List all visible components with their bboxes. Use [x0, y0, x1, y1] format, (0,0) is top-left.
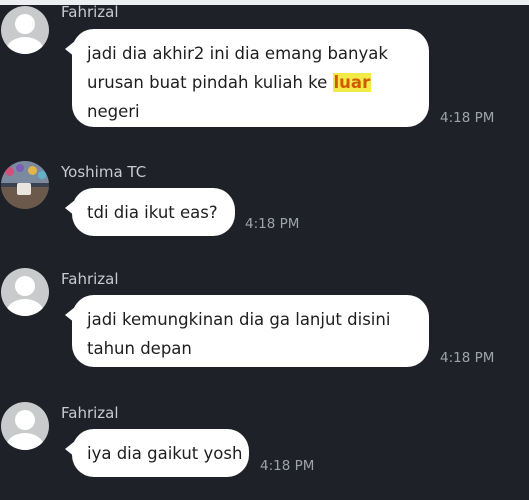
message-bubble[interactable]: jadi kemungkinan dia ga lanjut disini ta… [65, 295, 429, 367]
message-line: tahun depan [87, 339, 192, 358]
sender-name[interactable]: Fahrizal [61, 3, 119, 21]
message-timestamp: 4:18 PM [440, 110, 495, 126]
message-bubble[interactable]: tdi dia ikut eas? [65, 188, 235, 236]
user-icon-body [6, 433, 44, 450]
user-icon-body [6, 37, 44, 54]
message-line: jadi kemungkinan dia ga lanjut disini [87, 310, 391, 329]
sender-name[interactable]: Fahrizal [61, 270, 119, 288]
user-icon-head [15, 410, 35, 430]
user-icon-head [15, 276, 35, 296]
highlighted-word: luar [332, 73, 372, 92]
avatar[interactable] [1, 402, 49, 450]
message-line: negeri [87, 102, 140, 121]
user-icon-head [15, 14, 35, 34]
message-timestamp: 4:18 PM [260, 458, 315, 474]
avatar[interactable] [1, 6, 49, 54]
message-timestamp: 4:18 PM [245, 216, 300, 232]
message-line: jadi dia akhir2 ini dia emang banyak [87, 44, 388, 63]
message-bubble[interactable]: jadi dia akhir2 ini dia emang banyak uru… [65, 29, 429, 127]
sender-name[interactable]: Fahrizal [61, 404, 119, 422]
avatar[interactable] [1, 161, 49, 209]
sender-name[interactable]: Yoshima TC [61, 163, 146, 181]
message-line: urusan buat pindah kuliah ke luar [87, 68, 413, 97]
message-timestamp: 4:18 PM [440, 350, 495, 366]
user-icon-body [6, 299, 44, 316]
message-text: urusan buat pindah kuliah ke [87, 73, 333, 92]
message-text: tdi dia ikut eas? [87, 203, 218, 222]
message-bubble[interactable]: iya dia gaikut yosh [65, 429, 249, 477]
avatar[interactable] [1, 268, 49, 316]
message-text: iya dia gaikut yosh [87, 444, 243, 463]
